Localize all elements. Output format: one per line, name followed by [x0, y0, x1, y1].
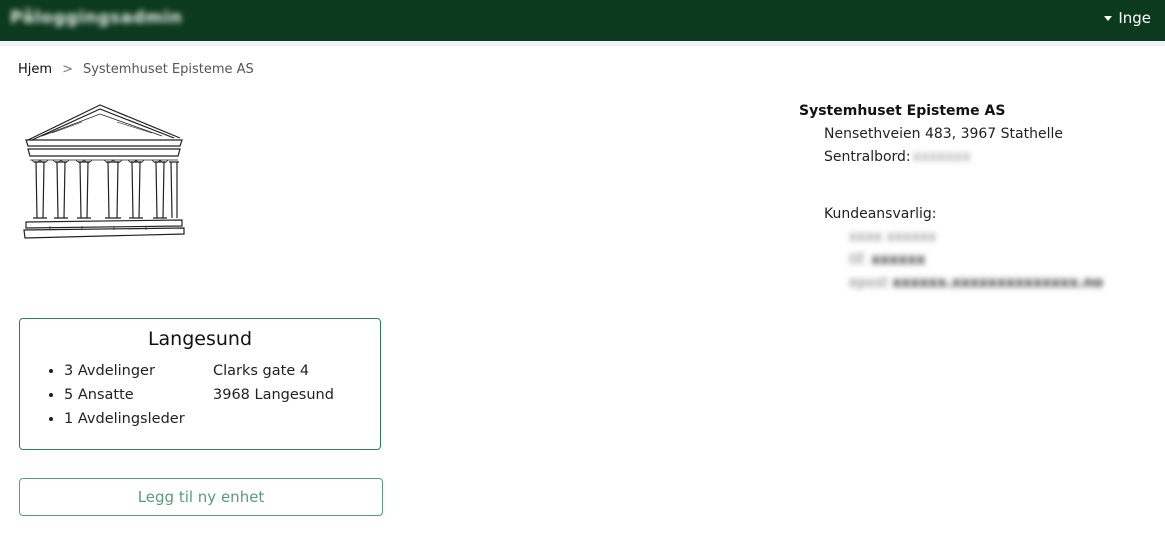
account-manager-email: epost xxxxxx.xxxxxxxxxxxxxx.no [799, 272, 1103, 295]
account-manager-label: Kundeansvarlig: [824, 206, 937, 222]
caret-down-icon [1104, 15, 1113, 21]
unit-postal: 3968 Langesund [213, 387, 334, 403]
user-name: Inge [1118, 9, 1151, 27]
company-info: Systemhuset Episteme AS Nensethveien 483… [799, 100, 1103, 295]
phone-value: xxxxxx [871, 252, 926, 268]
phone-label: tlf. [849, 252, 867, 268]
account-manager-name: xxxx xxxxxx [849, 229, 937, 245]
company-switchboard: Sentralbord: xxxxxxx [799, 146, 1103, 169]
header-divider [0, 41, 1165, 46]
company-name: Systemhuset Episteme AS [799, 103, 1006, 119]
unit-title: Langesund [147, 328, 253, 350]
unit-stat-managers: 1 Avdelingsleder [64, 407, 185, 431]
company-logo [23, 104, 185, 239]
unit-stat-employees: 5 Ansatte [64, 383, 185, 407]
breadcrumb-separator: > [62, 62, 73, 77]
add-unit-button[interactable]: Legg til ny enhet [19, 478, 383, 516]
switchboard-label: Sentralbord: [824, 149, 911, 165]
switchboard-value: xxxxxxx [912, 149, 971, 165]
company-address: Nensethveien 483, 3967 Stathelle [824, 126, 1063, 142]
unit-address: Clarks gate 4 3968 Langesund [213, 359, 334, 407]
unit-card-langesund[interactable]: Langesund 3 Avdelinger 5 Ansatte 1 Avdel… [19, 318, 381, 450]
unit-stats-list: 3 Avdelinger 5 Ansatte 1 Avdelingsleder [46, 359, 185, 431]
account-manager-phone: tlf. xxxxxx [799, 249, 1103, 272]
user-menu[interactable]: Inge [1104, 9, 1151, 27]
unit-street: Clarks gate 4 [213, 363, 310, 379]
email-label: epost [849, 275, 888, 291]
top-navbar: Påloggingsadmin Inge [0, 0, 1165, 41]
breadcrumb-current: Systemhuset Episteme AS [82, 62, 254, 77]
app-brand[interactable]: Påloggingsadmin [10, 8, 182, 28]
breadcrumb: Hjem > Systemhuset Episteme AS [18, 62, 254, 77]
email-value[interactable]: xxxxxx.xxxxxxxxxxxxxx.no [892, 275, 1103, 291]
unit-stat-departments: 3 Avdelinger [64, 359, 185, 383]
breadcrumb-home[interactable]: Hjem [18, 62, 52, 77]
